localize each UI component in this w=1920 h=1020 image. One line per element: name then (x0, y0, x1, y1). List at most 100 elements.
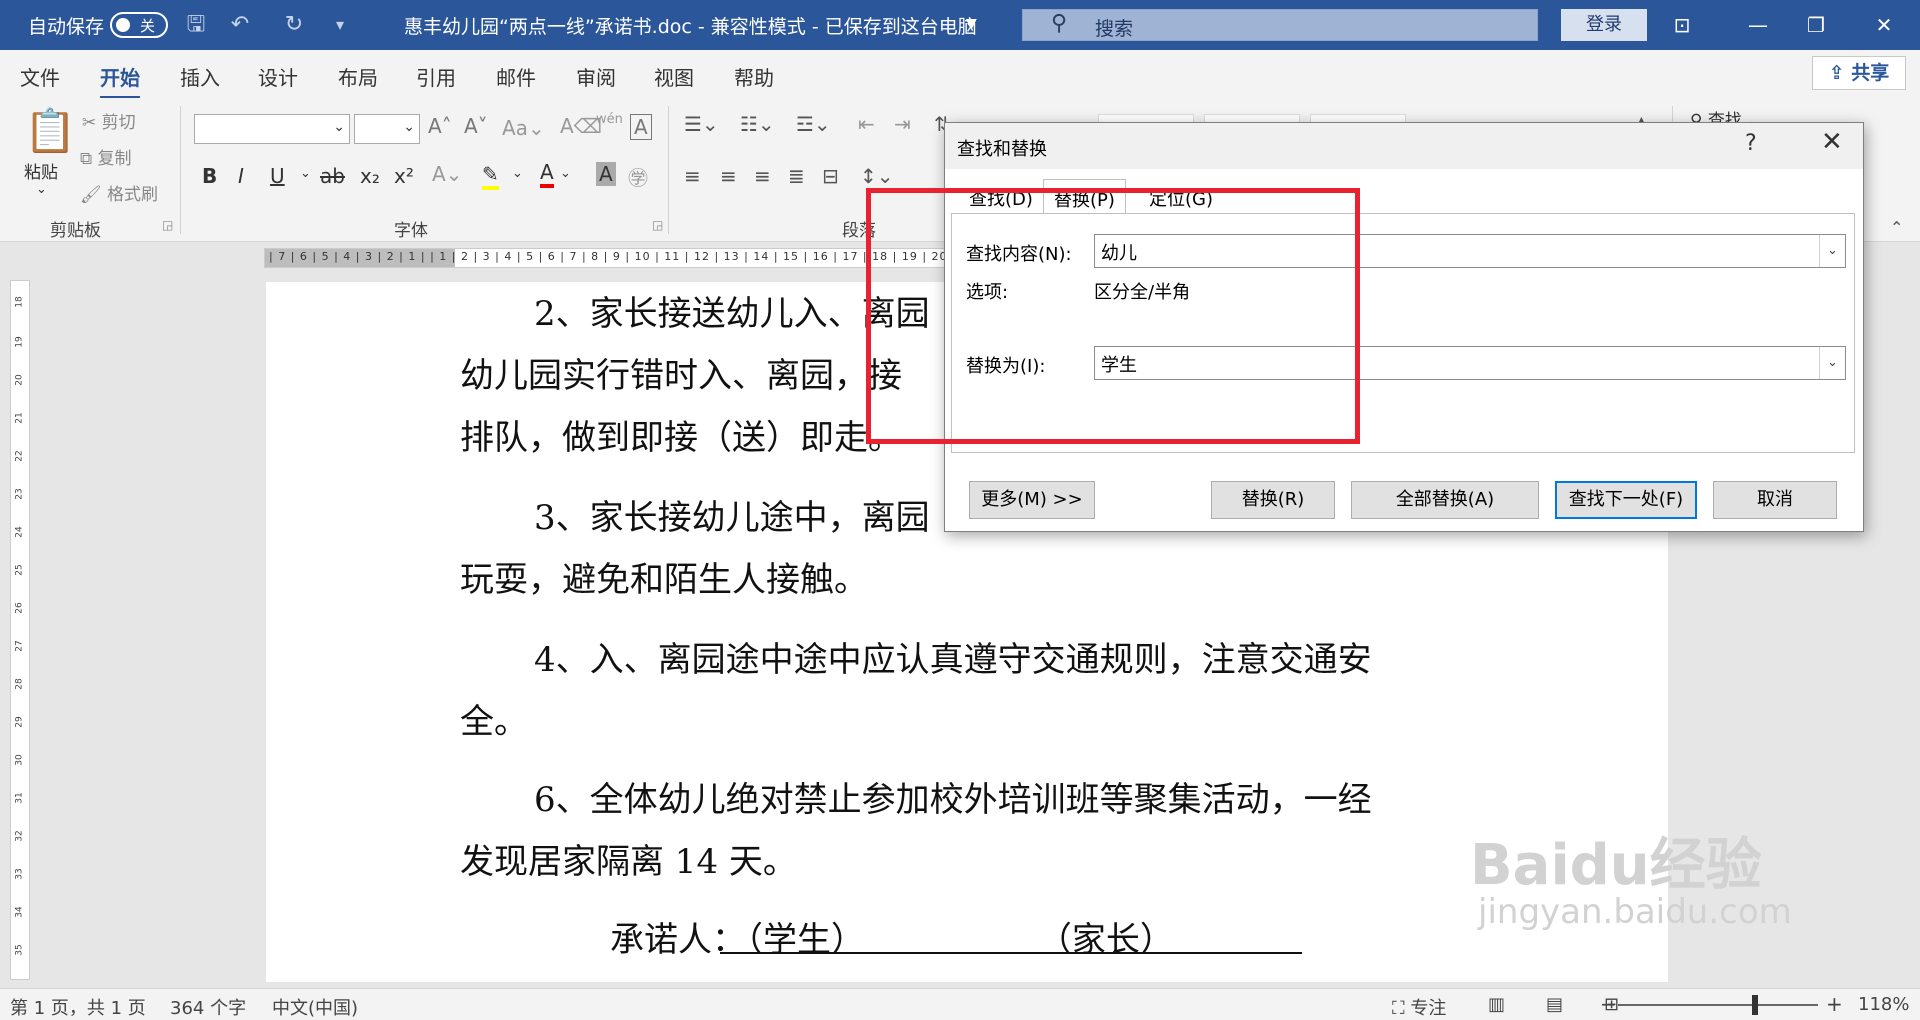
underline-dropdown-icon[interactable]: ⌄ (300, 166, 311, 181)
font-group-label: 字体 (394, 221, 428, 241)
undo-icon[interactable]: ↶ (226, 12, 254, 38)
cut-button[interactable]: ✂ 剪切 (82, 108, 136, 133)
tab-view[interactable]: 视图 (654, 62, 694, 91)
read-mode-icon[interactable]: ▥ (1488, 994, 1505, 1015)
enclose-char-icon[interactable]: ㊫ (628, 162, 648, 191)
replace-button[interactable]: 替换(R) (1211, 481, 1335, 519)
paste-icon[interactable]: 📋 (24, 106, 76, 156)
tab-review[interactable]: 审阅 (576, 62, 616, 91)
save-icon[interactable]: 🖫 (182, 12, 210, 38)
superscript-button[interactable]: x² (394, 164, 414, 188)
minimize-button[interactable]: — (1738, 10, 1778, 40)
font-color-dropdown-icon[interactable]: ⌄ (560, 166, 571, 181)
phonetic-guide-icon[interactable]: wén (596, 112, 623, 127)
highlight-icon[interactable]: ✎ (482, 162, 499, 190)
paragraph-line[interactable]: 幼儿园实行错时入、离园，接 (460, 348, 902, 397)
tab-references[interactable]: 引用 (416, 62, 456, 91)
page-count[interactable]: 第 1 页，共 1 页 (10, 994, 146, 1020)
search-box[interactable]: ⚲ 搜索 (1022, 9, 1538, 41)
font-name-combo[interactable]: ⌄ (194, 114, 350, 144)
change-case-icon[interactable]: Aa⌄ (502, 116, 545, 140)
tab-layout[interactable]: 布局 (338, 62, 378, 91)
paragraph-line[interactable]: 6、全体幼儿绝对禁止参加校外培训班等聚集活动，一经 (534, 772, 1372, 821)
ruler-mark: 20 (14, 374, 25, 386)
paste-label[interactable]: 粘贴 (24, 158, 58, 183)
login-button[interactable]: 登录 (1561, 9, 1647, 41)
multilevel-list-icon[interactable]: ☲⌄ (796, 112, 831, 136)
focus-mode-button[interactable]: ⛶ 专注 (1392, 994, 1446, 1020)
text-effects-icon[interactable]: A⌄ (432, 162, 462, 186)
customize-quick-access-icon[interactable]: ▾ (326, 12, 354, 38)
dialog-close-button[interactable]: ✕ (1821, 127, 1843, 157)
print-layout-icon[interactable]: ▤ (1546, 994, 1563, 1015)
zoom-level[interactable]: 118% (1858, 994, 1909, 1015)
zoom-slider[interactable] (1618, 1004, 1818, 1006)
strikethrough-button[interactable]: ab (320, 164, 345, 188)
word-count[interactable]: 364 个字 (170, 994, 246, 1020)
paste-dropdown-icon[interactable]: ⌄ (36, 182, 47, 197)
paragraph-line[interactable]: 3、家长接幼儿途中，离园 (534, 490, 930, 539)
grow-font-icon[interactable]: A˄ (428, 114, 452, 138)
paragraph-line[interactable]: 4、入、离园途中途中应认真遵守交通规则，注意交通安 (534, 632, 1372, 681)
clipboard-launcher-icon[interactable]: ◲ (162, 218, 173, 232)
find-next-button[interactable]: 查找下一处(F) (1555, 481, 1697, 519)
line-spacing-icon[interactable]: ↕⌄ (860, 164, 894, 188)
tab-file[interactable]: 文件 (20, 62, 60, 91)
share-button[interactable]: ⇪ 共享 (1812, 56, 1906, 90)
font-size-combo[interactable]: ⌄ (354, 114, 420, 144)
zoom-slider-thumb[interactable] (1752, 995, 1758, 1015)
format-painter-button[interactable]: 🖌 格式刷 (80, 180, 158, 205)
decrease-indent-icon[interactable]: ⇤ (858, 112, 875, 136)
char-shading-icon[interactable]: A (596, 162, 616, 186)
align-center-icon[interactable]: ≡ (720, 164, 737, 188)
increase-indent-icon[interactable]: ⇥ (894, 112, 911, 136)
chevron-down-icon[interactable]: ⌄ (1819, 347, 1845, 379)
ribbon-display-icon[interactable]: ⊡ (1662, 10, 1702, 40)
redo-icon[interactable]: ↻ (280, 12, 308, 38)
numbering-icon[interactable]: ☷⌄ (740, 112, 775, 136)
vertical-ruler[interactable]: 18 19 20 21 22 23 24 25 26 27 28 29 30 3… (10, 280, 30, 980)
paragraph-line[interactable]: 发现居家隔离 14 天。 (460, 834, 797, 883)
title-dropdown-icon[interactable]: ▼ (966, 16, 977, 32)
chevron-down-icon[interactable]: ⌄ (1819, 235, 1845, 267)
cancel-button[interactable]: 取消 (1713, 481, 1837, 519)
dialog-help-button[interactable]: ? (1745, 131, 1757, 156)
restore-button[interactable]: ❐ (1796, 10, 1836, 40)
tab-mailings[interactable]: 邮件 (496, 62, 536, 91)
tab-home[interactable]: 开始 (100, 62, 140, 99)
bullets-icon[interactable]: ☰⌄ (684, 112, 719, 136)
align-right-icon[interactable]: ≡ (754, 164, 771, 188)
distributed-icon[interactable]: ⊟ (822, 164, 839, 188)
ruler-mark: 23 (14, 488, 25, 500)
language-indicator[interactable]: 中文(中国) (272, 994, 358, 1020)
search-icon: ⚲ (1051, 11, 1068, 36)
more-button[interactable]: 更多(M) >> (969, 481, 1095, 519)
font-color-icon[interactable]: A (540, 160, 554, 188)
subscript-button[interactable]: x₂ (360, 164, 380, 188)
tab-help[interactable]: 帮助 (734, 62, 774, 91)
shrink-font-icon[interactable]: A˅ (464, 114, 488, 138)
paragraph-line[interactable]: 玩耍，避免和陌生人接触。 (460, 552, 868, 601)
italic-button[interactable]: I (238, 164, 244, 188)
zoom-out-button[interactable]: − (1600, 992, 1617, 1016)
align-left-icon[interactable]: ≡ (684, 164, 701, 188)
char-border-icon[interactable]: A (630, 114, 652, 140)
bold-button[interactable]: B (202, 164, 217, 188)
close-button[interactable]: ✕ (1864, 10, 1904, 40)
justify-icon[interactable]: ≣ (788, 164, 805, 188)
replace-all-button[interactable]: 全部替换(A) (1351, 481, 1539, 519)
ruler-corner[interactable] (0, 243, 30, 273)
autosave-toggle[interactable]: 关 (110, 12, 168, 38)
underline-button[interactable]: U (270, 164, 285, 188)
zoom-in-button[interactable]: + (1826, 992, 1843, 1016)
document-title: 惠丰幼儿园“两点一线”承诺书.doc - 兼容性模式 - 已保存到这台电脑 (404, 16, 977, 38)
highlight-dropdown-icon[interactable]: ⌄ (512, 166, 523, 181)
collapse-ribbon-icon[interactable]: ⌃ (1890, 218, 1903, 237)
status-bar: 第 1 页，共 1 页 364 个字 中文(中国) ⛶ 专注 ▥ ▤ ⊞ − +… (0, 988, 1920, 1020)
paragraph-line[interactable]: 排队，做到即接（送）即走。 (460, 410, 902, 459)
copy-button[interactable]: ⧉ 复制 (80, 144, 132, 169)
paragraph-line[interactable]: 全。 (460, 694, 528, 743)
tab-insert[interactable]: 插入 (180, 62, 220, 91)
font-launcher-icon[interactable]: ◲ (652, 218, 663, 232)
tab-design[interactable]: 设计 (258, 62, 298, 91)
